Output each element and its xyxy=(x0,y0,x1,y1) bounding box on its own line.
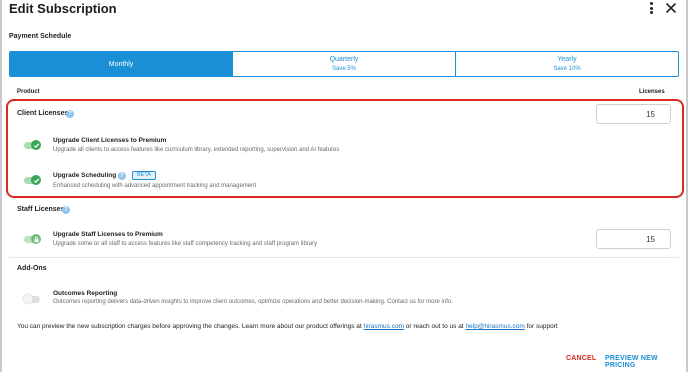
payment-schedule-label: Payment Schedule xyxy=(9,33,72,40)
scheduling-toggle[interactable] xyxy=(23,174,41,186)
schedule-option-yearly[interactable]: Yearly Save 10% xyxy=(456,52,678,76)
client-licenses-quantity-input[interactable]: 15 xyxy=(596,104,671,124)
window-edge-left xyxy=(0,0,2,372)
website-link[interactable]: hirasmus.com xyxy=(364,323,404,330)
footer-note: You can preview the new subscription cha… xyxy=(17,323,558,330)
dialog-title: Edit Subscription xyxy=(9,1,117,16)
client-premium-title: Upgrade Client Licenses to Premium xyxy=(53,137,167,144)
outcomes-reporting-toggle[interactable] xyxy=(23,293,41,305)
close-icon[interactable] xyxy=(664,0,678,16)
cancel-button[interactable]: CANCEL xyxy=(566,355,596,362)
check-icon xyxy=(31,175,41,185)
client-premium-description: Upgrade all clients to access features l… xyxy=(53,147,340,153)
schedule-option-quarterly[interactable]: Quarterly Save 5% xyxy=(233,52,456,76)
scheduling-description: Enhanced scheduling with advanced appoin… xyxy=(53,183,257,189)
client-premium-toggle[interactable] xyxy=(23,139,41,151)
outcomes-reporting-description: Outcomes reporting delivers data-driven … xyxy=(53,299,453,305)
help-icon[interactable]: ? xyxy=(66,110,74,118)
beta-badge: BETA xyxy=(132,171,156,180)
more-options-icon[interactable] xyxy=(646,1,656,15)
schedule-option-monthly[interactable]: Monthly xyxy=(10,52,233,76)
help-icon[interactable]: ? xyxy=(118,172,126,180)
outcomes-reporting-title: Outcomes Reporting xyxy=(53,290,118,297)
staff-premium-description: Upgrade some or all staff to access feat… xyxy=(53,241,318,247)
footer-note-text: You can preview the new subscription cha… xyxy=(17,323,364,330)
schedule-option-label: Monthly xyxy=(108,60,134,68)
lock-icon xyxy=(31,234,41,244)
staff-licenses-title: Staff Licenses xyxy=(17,206,65,213)
scheduling-title: Upgrade Scheduling xyxy=(53,172,117,179)
client-licenses-title: Client Licenses xyxy=(17,110,69,117)
staff-premium-toggle[interactable] xyxy=(23,233,41,245)
schedule-option-label: Yearly xyxy=(557,56,577,63)
schedule-option-discount: Save 10% xyxy=(553,66,581,72)
staff-premium-title: Upgrade Staff Licenses to Premium xyxy=(53,231,163,238)
staff-licenses-quantity-input[interactable]: 15 xyxy=(596,229,671,249)
product-column-header: Product xyxy=(17,89,40,95)
footer-note-text: or reach out to us at xyxy=(404,323,466,330)
help-icon[interactable]: ? xyxy=(62,206,70,214)
licenses-column-header: Licenses xyxy=(639,89,665,95)
schedule-option-label: Quarterly xyxy=(329,56,359,63)
footer-note-text: for support xyxy=(524,323,558,330)
preview-new-pricing-button[interactable]: PREVIEW NEW PRICING xyxy=(605,355,688,369)
payment-schedule-selector: Monthly Quarterly Save 5% Yearly Save 10… xyxy=(9,51,679,77)
check-icon xyxy=(31,140,41,150)
add-ons-title: Add-Ons xyxy=(17,265,47,272)
support-email-link[interactable]: help@hirasmus.com xyxy=(465,323,524,330)
schedule-option-discount: Save 5% xyxy=(331,66,356,72)
section-divider xyxy=(9,257,679,258)
